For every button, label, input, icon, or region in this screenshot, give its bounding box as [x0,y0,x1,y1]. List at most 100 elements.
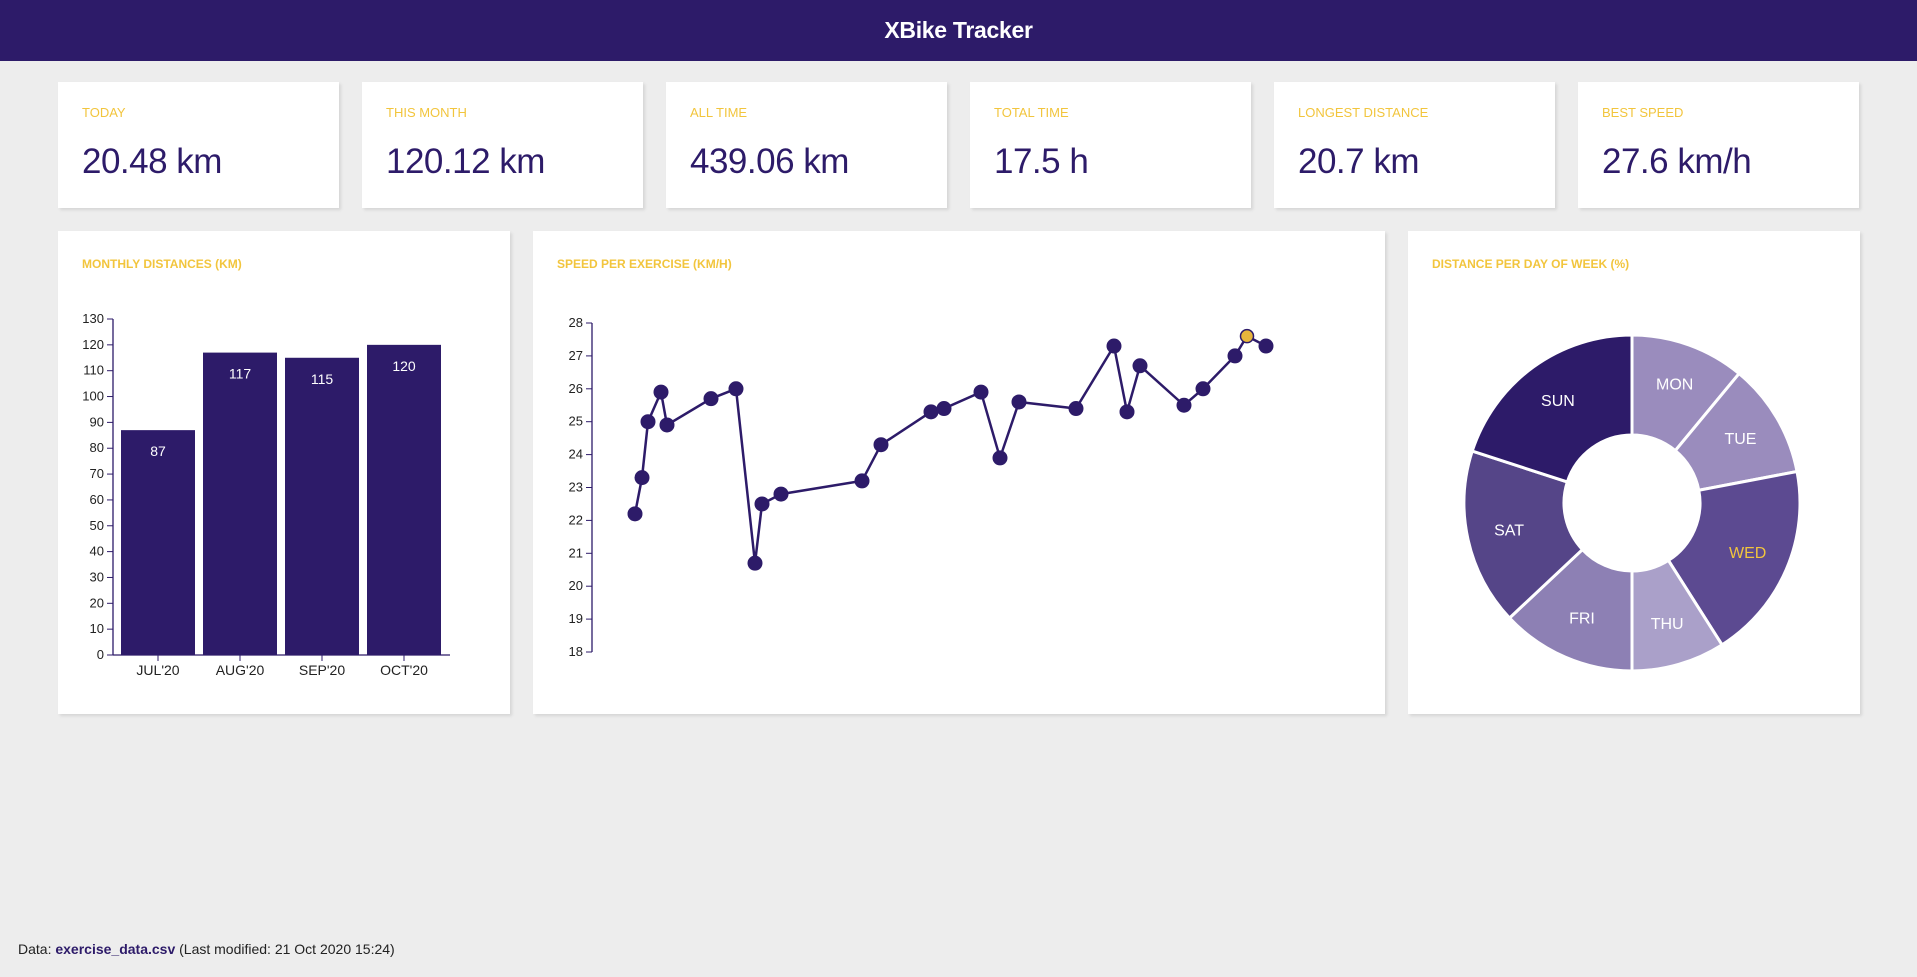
stat-value: 20.7 km [1298,142,1420,181]
y-tick-label: 0 [97,647,104,662]
data-point [936,401,952,417]
stat-label: TOTAL TIME [994,105,1069,120]
y-tick-label: 30 [90,569,104,584]
y-tick-label: 60 [90,492,104,507]
stat-card-longest-distance: LONGEST DISTANCE 20.7 km [1274,82,1555,208]
y-tick-label: 23 [569,480,583,495]
x-tick-label: AUG'20 [216,662,265,678]
stat-card-today: TODAY 20.48 km [58,82,339,208]
distance-per-weekday-panel: DISTANCE PER DAY OF WEEK (%) MON TUE WED TH… [1408,231,1860,714]
y-tick-label: 27 [569,348,583,363]
bar [121,430,195,655]
bar [285,357,359,655]
stat-card-this-month: THIS MONTH 120.12 km [362,82,643,208]
y-tick-label: 22 [569,512,583,527]
y-tick-label: 90 [90,414,104,429]
monthly-distances-chart: 0 10 20 30 40 50 60 70 80 90 100 110 120 130 87 JUL'20 1… [82,311,450,678]
monthly-distances-panel: MONTHLY DISTANCES (KM) 0 10 20 30 40 50 60 70 80… [58,231,510,714]
y-tick-label: 100 [82,389,104,404]
speed-per-exercise-chart: 18 19 20 21 22 23 24 25 26 27 28 [569,315,1274,659]
pie-slice-label: THU [1651,616,1684,633]
y-tick-label: 20 [569,578,583,593]
data-point [640,414,656,430]
footer-prefix: Data: [18,941,56,957]
x-tick-label: SEP'20 [299,662,345,678]
footer: Data: exercise_data.csv (Last modified: … [18,941,395,957]
data-point [728,381,744,397]
stat-label: LONGEST DISTANCE [1298,105,1429,120]
bar-value-label: 117 [229,366,252,382]
distance-per-weekday-chart: MON TUE WED THU FRI SAT SUN [1462,333,1802,673]
stat-value: 27.6 km/h [1602,142,1752,181]
y-tick-label: 18 [569,644,583,659]
bar-value-label: 87 [150,443,166,459]
y-tick-label: 20 [90,595,104,610]
pie-slice-label: TUE [1724,431,1756,448]
speed-line [633,334,1267,564]
data-point [973,384,989,400]
data-point [1195,381,1211,397]
bar [367,344,441,655]
stat-card-best-speed: BEST SPEED 27.6 km/h [1578,82,1859,208]
bar-value-label: 115 [311,371,334,387]
data-point [1258,338,1274,354]
data-point [754,496,770,512]
data-point [873,437,889,453]
data-file-link[interactable]: exercise_data.csv [55,941,175,957]
x-tick-label: JUL'20 [136,662,179,678]
data-point [773,486,789,502]
stat-value: 120.12 km [386,142,545,181]
data-point [634,470,650,486]
pie-slice-label: SUN [1541,393,1575,410]
data-point [627,506,643,522]
y-tick-label: 50 [90,518,104,533]
stat-value: 20.48 km [82,142,222,181]
app-title: XBike Tracker [884,17,1033,43]
y-tick-label: 19 [569,611,583,626]
pie-slice-label: WED [1729,545,1766,562]
data-point [1176,397,1192,413]
data-point [653,384,669,400]
y-tick-label: 40 [90,544,104,559]
data-point [1119,404,1135,420]
y-tick-label: 10 [90,621,104,636]
y-tick-label: 110 [83,363,104,378]
data-point [1227,348,1243,364]
y-tick-label: 120 [82,337,104,352]
y-tick-label: 21 [569,545,583,560]
y-tick-label: 70 [90,466,104,481]
data-point [703,391,719,407]
stat-label: THIS MONTH [386,105,467,120]
highlighted-data-point [1239,328,1255,344]
bar [203,352,277,655]
y-tick-label: 130 [82,311,104,326]
x-tick-label: OCT'20 [380,662,428,678]
stat-value: 17.5 h [994,142,1089,181]
pie-slice-label: FRI [1569,611,1595,628]
data-point [1011,394,1027,410]
data-point [1132,358,1148,374]
speed-per-exercise-panel: SPEED PER EXERCISE (KM/H) 18 19 20 21 22 23 24… [533,231,1385,714]
stat-label: TODAY [82,105,126,120]
app-header: XBike Tracker [0,0,1917,61]
stat-label: ALL TIME [690,105,748,120]
stat-card-all-time: ALL TIME 439.06 km [666,82,947,208]
y-tick-label: 24 [569,447,583,462]
y-tick-label: 26 [569,381,583,396]
data-point [854,473,870,489]
y-tick-label: 80 [90,440,104,455]
footer-modified: (Last modified: 21 Oct 2020 15:24) [175,941,395,957]
data-point [659,417,675,433]
pie-slice-label: MON [1656,376,1693,393]
y-tick-label: 25 [569,414,583,429]
data-point [1068,401,1084,417]
stat-value: 439.06 km [690,142,849,181]
data-point [747,555,763,571]
stat-card-total-time: TOTAL TIME 17.5 h [970,82,1251,208]
pie-slice-label: SAT [1494,522,1524,539]
bar-value-label: 120 [392,358,416,374]
y-tick-label: 28 [569,315,583,330]
data-point [992,450,1008,466]
stat-label: BEST SPEED [1602,105,1684,120]
data-point [923,404,939,420]
